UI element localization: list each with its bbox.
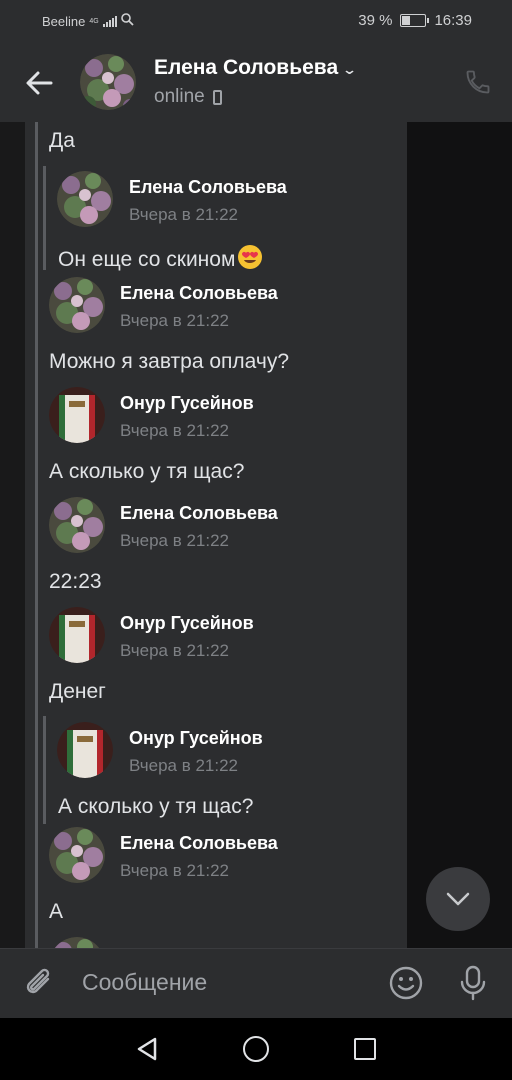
- nav-recent-apps-icon[interactable]: [354, 1038, 376, 1060]
- avatar[interactable]: [49, 497, 105, 553]
- message-text: Он еще со скином: [58, 248, 236, 271]
- battery-percent: 39 %: [358, 12, 393, 29]
- message-time: Вчера в 21:22: [120, 861, 230, 880]
- chevron-down-icon: [446, 892, 470, 906]
- avatar[interactable]: [57, 171, 113, 227]
- nav-home-icon[interactable]: [243, 1036, 269, 1062]
- signal-icon: [102, 15, 117, 27]
- search-status-icon: [120, 13, 134, 29]
- right-gutter: [407, 122, 512, 948]
- arrow-left-icon[interactable]: [22, 66, 56, 100]
- message-time: Вчера в 21:22: [129, 756, 239, 775]
- avatar[interactable]: [80, 54, 136, 110]
- message-list[interactable]: Да Елена Соловьева Вчера в 21:22 Он еще …: [0, 122, 512, 948]
- message-time: Вчера в 21:22: [120, 421, 230, 440]
- paperclip-icon[interactable]: [22, 965, 58, 1001]
- microphone-icon[interactable]: [455, 964, 491, 1002]
- message-time: Вчера в 21:22: [129, 205, 239, 224]
- author-name[interactable]: Елена Соловьева: [120, 833, 278, 854]
- author-name[interactable]: Онур Гусейнов: [120, 613, 254, 634]
- clock: 16:39: [434, 12, 472, 29]
- contact-status: online: [154, 86, 222, 108]
- phone-call-icon[interactable]: [464, 68, 492, 96]
- author-name[interactable]: Елена Соловьева: [120, 503, 278, 524]
- message-text: Можно я завтра оплачу?: [49, 350, 289, 373]
- carrier-label: Beeline: [42, 13, 86, 29]
- quoted-message-row: Он еще со скином: [58, 244, 263, 272]
- reply-quote-bar: [43, 716, 46, 824]
- message-text: Денег: [49, 680, 106, 703]
- chat-screen: Beeline 4G 39 % 16:39 Елена Соловьева ⌄ …: [0, 0, 512, 1080]
- smile-icon[interactable]: [388, 965, 424, 1001]
- heart-eyes-emoji-icon: [238, 245, 263, 269]
- battery-icon: [400, 14, 430, 27]
- scroll-down-button[interactable]: [426, 867, 490, 931]
- message-text: Да: [49, 129, 75, 152]
- chevron-down-icon: ⌄: [341, 61, 358, 77]
- author-name[interactable]: Онур Гусейнов: [120, 393, 254, 414]
- message-input[interactable]: Сообщение: [82, 969, 207, 996]
- mobile-phone-icon: [212, 89, 222, 105]
- message-text: А сколько у тя щас?: [58, 795, 254, 818]
- message-text: А сколько у тя щас?: [49, 460, 245, 483]
- author-name[interactable]: Онур Гусейнов: [129, 728, 263, 749]
- message-time: Вчера в 21:22: [120, 311, 230, 330]
- message-text: А: [49, 900, 64, 923]
- message-time: Вчера в 21:22: [120, 531, 230, 550]
- reply-quote-bar: [43, 166, 46, 270]
- avatar[interactable]: [49, 387, 105, 443]
- message-time: Вчера в 21:22: [120, 641, 230, 660]
- network-type: 4G: [89, 17, 99, 25]
- forward-quote-bar: [35, 122, 38, 948]
- status-label: online: [154, 86, 205, 107]
- avatar[interactable]: [57, 722, 113, 778]
- status-bar: Beeline 4G 39 % 16:39: [0, 0, 512, 42]
- avatar[interactable]: [49, 277, 105, 333]
- chat-header: Елена Соловьева ⌄ online: [0, 42, 512, 122]
- message-composer: Сообщение: [0, 948, 512, 1018]
- contact-name: Елена Соловьева: [154, 56, 339, 79]
- author-name[interactable]: Елена Соловьева: [129, 177, 287, 198]
- avatar[interactable]: [49, 827, 105, 883]
- contact-name-button[interactable]: Елена Соловьева ⌄: [154, 56, 358, 80]
- system-navigation-bar: [0, 1018, 512, 1080]
- avatar[interactable]: [49, 607, 105, 663]
- nav-back-icon[interactable]: [134, 1036, 160, 1062]
- message-text: 22:23: [49, 570, 102, 593]
- author-name[interactable]: Елена Соловьева: [120, 283, 278, 304]
